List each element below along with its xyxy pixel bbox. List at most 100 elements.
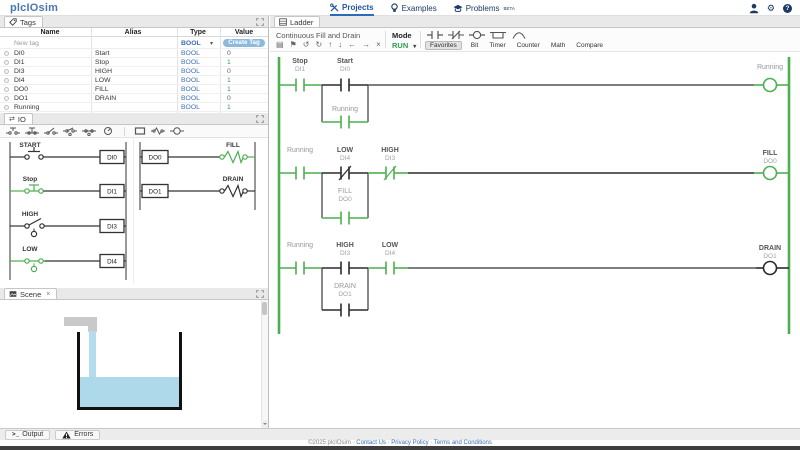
contact-fill-branch[interactable]: FILL DO0 bbox=[338, 188, 352, 225]
tag-row-do1[interactable]: DO1 DRAIN BOOL 0 bbox=[0, 94, 268, 103]
category-favorites[interactable]: Favorites bbox=[425, 41, 462, 50]
tag-radio[interactable] bbox=[4, 69, 9, 74]
scene-scrollbar-down-button[interactable] bbox=[261, 420, 268, 428]
tag-radio[interactable] bbox=[4, 105, 9, 110]
undo-icon[interactable]: ↺ bbox=[303, 40, 310, 50]
switch-nc-icon[interactable] bbox=[82, 126, 96, 136]
delete-icon[interactable]: × bbox=[376, 40, 381, 50]
contact-stop[interactable]: Stop DI1 bbox=[292, 58, 308, 92]
contact-running-branch[interactable]: Running bbox=[332, 106, 358, 129]
tab-output[interactable]: >_ Output bbox=[5, 429, 51, 440]
tag-row-di0[interactable]: DI0 Start BOOL 0 bbox=[0, 49, 268, 58]
contact-drain-branch[interactable]: DRAIN DO1 bbox=[334, 283, 356, 317]
tag-value: 1 bbox=[227, 77, 231, 84]
tag-name: DI0 bbox=[14, 50, 25, 57]
coil-running[interactable]: Running bbox=[754, 64, 789, 93]
category-bit[interactable]: Bit bbox=[469, 42, 481, 49]
nc-contact-instruction-icon[interactable] bbox=[448, 30, 464, 40]
contact-low-no[interactable]: LOW DI4 bbox=[382, 242, 399, 275]
project-name[interactable]: Continuous Fill and Drain bbox=[276, 31, 360, 40]
settings-gear-icon[interactable]: ⚙ bbox=[767, 1, 775, 15]
svg-text:DO1: DO1 bbox=[338, 291, 352, 298]
water-stream bbox=[89, 331, 96, 378]
nav-examples[interactable]: Examples bbox=[390, 0, 437, 16]
redo-icon[interactable]: ↻ bbox=[315, 40, 322, 50]
no-contact-instruction-icon[interactable] bbox=[427, 30, 443, 40]
tag-radio[interactable] bbox=[4, 87, 9, 92]
close-scene-icon[interactable]: × bbox=[46, 291, 50, 298]
tab-scene[interactable]: Scene × bbox=[4, 288, 58, 299]
contact-start[interactable]: Start DI0 bbox=[337, 58, 354, 92]
tag-radio[interactable] bbox=[4, 96, 9, 101]
pushbutton-nc-icon[interactable] bbox=[25, 126, 39, 136]
selector-switch-icon[interactable] bbox=[101, 126, 115, 136]
contact-running[interactable]: Running bbox=[287, 242, 313, 275]
tag-row-di3[interactable]: DI3 HIGH BOOL 0 bbox=[0, 67, 268, 76]
move-left-icon[interactable]: ← bbox=[348, 40, 356, 50]
contact-low-nc[interactable]: LOW DI4 bbox=[337, 147, 354, 181]
run-mode-dropdown[interactable]: RUN ▾ bbox=[392, 41, 416, 50]
svg-text:DI3: DI3 bbox=[385, 155, 396, 162]
switch-no-icon[interactable] bbox=[63, 126, 77, 136]
io-switch-high[interactable]: HIGH DI3 bbox=[10, 211, 126, 238]
tag-radio[interactable] bbox=[4, 78, 9, 83]
coil-drain[interactable]: DRAIN DO1 bbox=[756, 245, 789, 276]
select-icon[interactable]: ▤ bbox=[276, 40, 284, 50]
flag-icon[interactable]: ⚑ bbox=[290, 40, 297, 50]
tag-row-di1[interactable]: DI1 Stop BOOL 1 bbox=[0, 58, 268, 67]
output-box-icon[interactable] bbox=[134, 126, 146, 136]
instruction-categories: Favorites Bit Timer Counter Math Compare bbox=[425, 41, 605, 50]
coil-fill[interactable]: FILL DO0 bbox=[754, 150, 789, 181]
category-timer[interactable]: Timer bbox=[487, 42, 507, 49]
tag-row-di4[interactable]: DI4 LOW BOOL 1 bbox=[0, 76, 268, 85]
warning-icon bbox=[62, 430, 71, 439]
toggle-switch-icon[interactable] bbox=[44, 126, 58, 136]
category-math[interactable]: Math bbox=[549, 42, 567, 49]
tab-errors[interactable]: Errors bbox=[55, 429, 101, 440]
move-up-icon[interactable]: ↑ bbox=[328, 40, 332, 50]
nav-projects[interactable]: Projects bbox=[330, 0, 374, 16]
rung-arc-instruction-icon[interactable] bbox=[511, 30, 527, 40]
expand-tags-icon[interactable] bbox=[256, 18, 264, 26]
tag-row-running[interactable]: Running BOOL 1 bbox=[0, 103, 268, 112]
io-indicator-fill: FILL DO0 bbox=[140, 142, 255, 165]
help-icon[interactable]: ? bbox=[783, 3, 792, 13]
tab-tags[interactable]: Tags bbox=[4, 16, 43, 27]
contact-high-nc[interactable]: HIGH DI3 bbox=[381, 147, 399, 181]
tag-radio[interactable] bbox=[4, 60, 9, 65]
rung-2: Running LOW DI4 FILL DO0 HIGH DI3 FILL D… bbox=[279, 147, 789, 225]
tag-row-do0[interactable]: DO0 FILL BOOL 1 bbox=[0, 85, 268, 94]
tab-io[interactable]: ⇄ IO bbox=[4, 113, 33, 124]
category-compare[interactable]: Compare bbox=[574, 42, 605, 49]
app-logo[interactable]: plcIOsim bbox=[10, 2, 58, 14]
expand-io-icon[interactable] bbox=[256, 115, 264, 123]
new-tag-name-input[interactable]: New tag bbox=[14, 40, 39, 47]
io-switch-low[interactable]: LOW DI4 bbox=[10, 246, 126, 273]
beta-badge: BETA bbox=[503, 5, 515, 11]
svg-text:HIGH: HIGH bbox=[22, 211, 39, 218]
coil-instruction-icon[interactable] bbox=[469, 30, 485, 40]
lamp-icon[interactable] bbox=[151, 126, 165, 136]
type-select-caret-icon[interactable]: ▾ bbox=[210, 40, 213, 47]
create-tag-button[interactable]: Create Tag bbox=[223, 38, 265, 47]
contact-running[interactable]: Running bbox=[287, 147, 313, 180]
user-icon[interactable] bbox=[749, 3, 759, 14]
move-right-icon[interactable]: → bbox=[362, 40, 370, 50]
io-switch-stop[interactable]: Stop DI1 bbox=[10, 176, 126, 199]
footer-strip bbox=[0, 446, 800, 450]
category-counter[interactable]: Counter bbox=[515, 42, 542, 49]
type-select[interactable]: BOOL bbox=[181, 40, 201, 47]
tab-ladder[interactable]: Ladder bbox=[274, 16, 321, 27]
coil-output-icon[interactable] bbox=[170, 126, 184, 136]
scene-scrollbar[interactable] bbox=[261, 300, 268, 428]
io-switch-start[interactable]: START DI0 bbox=[10, 142, 126, 165]
nav-problems[interactable]: Problems BETA bbox=[453, 0, 515, 16]
contact-high-no[interactable]: HIGH DI3 bbox=[336, 242, 354, 275]
pushbutton-no-icon[interactable] bbox=[6, 126, 20, 136]
tag-radio[interactable] bbox=[4, 51, 9, 56]
ladder-canvas[interactable]: Stop DI1 Start DI0 Running Running Runni… bbox=[270, 52, 800, 428]
expand-scene-icon[interactable] bbox=[256, 290, 264, 298]
branch-instruction-icon[interactable] bbox=[490, 30, 506, 40]
move-down-icon[interactable]: ↓ bbox=[338, 40, 342, 50]
scene-scrollbar-thumb[interactable] bbox=[262, 302, 267, 315]
